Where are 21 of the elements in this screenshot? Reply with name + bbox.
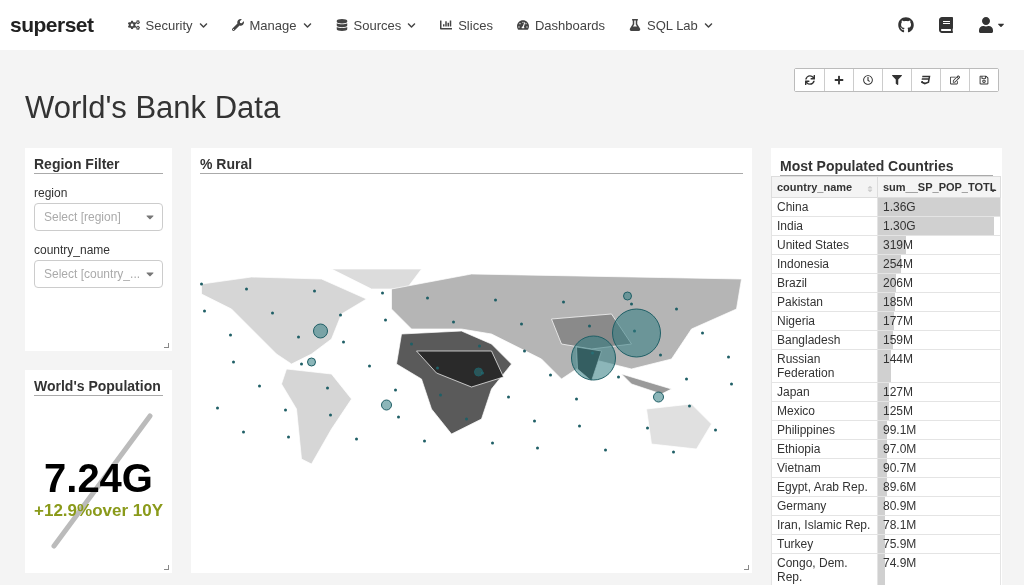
card-title: World's Population [34, 378, 163, 396]
column-header[interactable]: sum__SP_POP_TOTL [877, 176, 1001, 198]
nav-menu-item[interactable]: Manage [219, 0, 324, 50]
table-cell: 144M [877, 349, 1001, 383]
column-header[interactable]: country_name [771, 176, 878, 198]
nav-menu-item[interactable]: Sources [323, 0, 429, 50]
change-text: +12.9%over 10Y [34, 501, 163, 521]
brand-logo[interactable]: superset [10, 13, 94, 37]
field-label: region [34, 186, 69, 200]
card-title: Region Filter [34, 156, 163, 174]
card-title: % Rural [200, 156, 743, 174]
big-number: 7.24G [44, 456, 153, 501]
nav-menu-item[interactable]: Dashboards [504, 0, 617, 50]
nav-menu-item[interactable]: SQL Lab [617, 0, 725, 50]
nav-menu-item[interactable]: Slices [428, 0, 505, 50]
nav-menu-item[interactable]: Security [115, 0, 220, 50]
table-cell: 74.9M [877, 553, 1001, 585]
table-cell: Russian Federation [771, 349, 878, 383]
dashboard-title: World's Bank Data [25, 90, 281, 126]
table-cell: Congo, Dem. Rep. [771, 553, 878, 585]
field-label: country_name [34, 243, 112, 257]
